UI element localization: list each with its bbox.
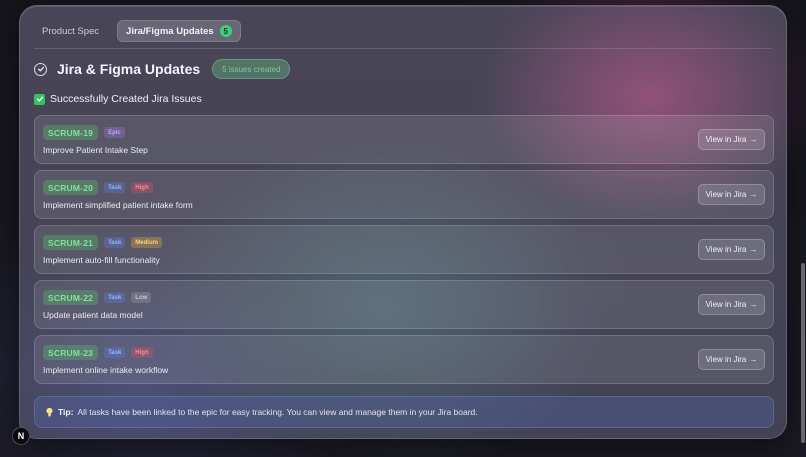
issue-key[interactable]: SCRUM-22 xyxy=(43,290,99,305)
tab-divider xyxy=(34,48,772,49)
issue-list: SCRUM-19 Epic Improve Patient Intake Ste… xyxy=(34,115,774,384)
issue-summary: Implement simplified patient intake form xyxy=(43,200,193,210)
priority-badge: Low xyxy=(131,292,152,303)
priority-badge: High xyxy=(131,182,153,193)
issue-type-badge: Task xyxy=(104,347,126,358)
issue-card: SCRUM-23 Task High Implement online inta… xyxy=(34,335,774,384)
issue-card: SCRUM-20 Task High Implement simplified … xyxy=(34,170,774,219)
issue-card: SCRUM-22 Task Low Update patient data mo… xyxy=(34,280,774,329)
tip-label: Tip: xyxy=(58,407,74,417)
button-label: View in Jira xyxy=(705,135,747,144)
tab-label: Jira/Figma Updates xyxy=(126,25,214,37)
issue-type-badge: Task xyxy=(104,182,126,193)
arrow-right-icon: → xyxy=(749,135,758,144)
button-label: View in Jira xyxy=(705,245,747,254)
page-title: Jira & Figma Updates xyxy=(57,61,201,77)
arrow-right-icon: → xyxy=(749,300,758,309)
tab-label: Product Spec xyxy=(42,25,100,37)
button-label: View in Jira xyxy=(705,355,747,364)
section-heading: Successfully Created Jira Issues xyxy=(34,92,202,106)
button-label: View in Jira xyxy=(705,190,747,199)
green-check-icon xyxy=(34,93,45,105)
lightbulb-icon xyxy=(45,407,54,418)
issue-card: SCRUM-21 Task Medium Implement auto-fill… xyxy=(34,225,774,274)
issue-card: SCRUM-19 Epic Improve Patient Intake Ste… xyxy=(34,115,774,164)
app-badge[interactable]: N xyxy=(12,427,30,445)
view-in-jira-button[interactable]: View in Jira → xyxy=(698,184,765,205)
view-in-jira-button[interactable]: View in Jira → xyxy=(698,239,765,260)
check-circle-icon xyxy=(34,62,47,76)
issue-tags: SCRUM-22 Task Low xyxy=(43,290,152,305)
issue-summary: Implement online intake workflow xyxy=(43,365,169,375)
priority-badge: High xyxy=(131,347,153,358)
arrow-right-icon: → xyxy=(749,190,758,199)
issue-tags: SCRUM-20 Task High xyxy=(43,180,153,195)
issue-summary: Implement auto-fill functionality xyxy=(43,255,160,265)
issue-type-badge: Task xyxy=(104,292,126,303)
button-label: View in Jira xyxy=(705,300,747,309)
priority-badge: Medium xyxy=(131,237,162,248)
tab-product-spec[interactable]: Product Spec xyxy=(34,20,107,42)
tab-jira-figma-updates[interactable]: Jira/Figma Updates 5 xyxy=(117,20,241,42)
issue-type-badge: Task xyxy=(104,237,126,248)
arrow-right-icon: → xyxy=(749,245,758,254)
scrollbar[interactable] xyxy=(801,263,805,443)
tip-text: All tasks have been linked to the epic f… xyxy=(77,407,478,417)
updates-panel: Product Spec Jira/Figma Updates 5 Jira &… xyxy=(19,5,787,439)
issue-tags: SCRUM-19 Epic xyxy=(43,125,125,140)
tab-bar: Product Spec Jira/Figma Updates 5 xyxy=(34,19,241,43)
view-in-jira-button[interactable]: View in Jira → xyxy=(698,349,765,370)
arrow-right-icon: → xyxy=(749,355,758,364)
issue-summary: Improve Patient Intake Step xyxy=(43,145,148,155)
issue-key[interactable]: SCRUM-19 xyxy=(43,125,99,140)
issue-key[interactable]: SCRUM-23 xyxy=(43,345,99,360)
status-badge: 5 issues created xyxy=(212,59,291,79)
issue-key[interactable]: SCRUM-20 xyxy=(43,180,99,195)
issue-summary: Update patient data model xyxy=(43,310,143,320)
tip-banner: Tip: All tasks have been linked to the e… xyxy=(34,396,774,428)
issue-type-badge: Epic xyxy=(104,127,125,138)
page-header: Jira & Figma Updates 5 issues created xyxy=(34,57,291,81)
issue-key[interactable]: SCRUM-21 xyxy=(43,235,99,250)
issue-tags: SCRUM-21 Task Medium xyxy=(43,235,162,250)
tab-count-badge: 5 xyxy=(219,25,232,37)
view-in-jira-button[interactable]: View in Jira → xyxy=(698,129,765,150)
section-title: Successfully Created Jira Issues xyxy=(50,93,202,105)
view-in-jira-button[interactable]: View in Jira → xyxy=(698,294,765,315)
issue-tags: SCRUM-23 Task High xyxy=(43,345,153,360)
